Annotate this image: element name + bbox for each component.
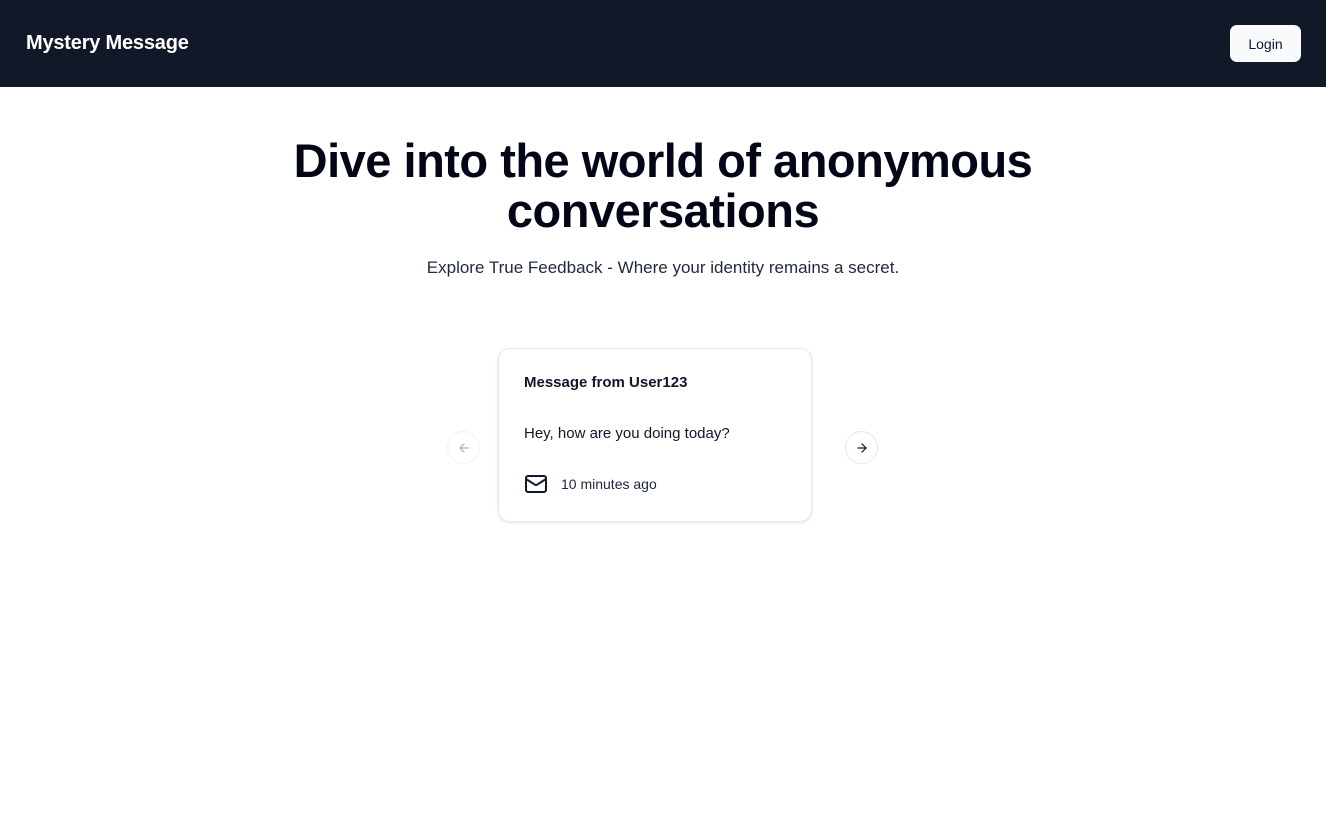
arrow-left-icon: [457, 441, 471, 455]
hero-section: Dive into the world of anonymous convers…: [0, 136, 1326, 278]
arrow-right-icon: [855, 441, 869, 455]
message-title: Message from User123: [524, 374, 688, 391]
login-button[interactable]: Login: [1230, 25, 1301, 62]
carousel-previous-button[interactable]: [447, 431, 480, 464]
mail-icon: [524, 472, 548, 496]
navbar: Mystery Message Login: [0, 0, 1326, 87]
message-content: Hey, how are you doing today?: [524, 425, 730, 442]
message-carousel: Message from User123 Hey, how are you do…: [0, 348, 1326, 523]
hero-subtitle: Explore True Feedback - Where your ident…: [426, 258, 900, 277]
message-card: Message from User123 Hey, how are you do…: [498, 348, 812, 522]
message-meta: 10 minutes ago: [524, 472, 786, 496]
carousel-next-button[interactable]: [845, 431, 878, 464]
brand-logo[interactable]: Mystery Message: [26, 32, 189, 55]
hero-title: Dive into the world of anonymous convers…: [293, 134, 1033, 237]
message-timestamp: 10 minutes ago: [561, 476, 657, 492]
